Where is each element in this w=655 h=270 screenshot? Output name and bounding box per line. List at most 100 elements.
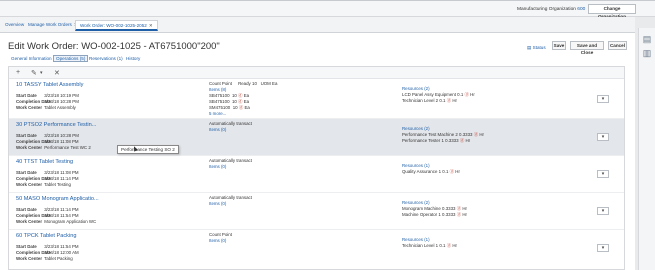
operation-title[interactable]: 40 TTST Tablet Testing <box>16 159 73 165</box>
tab-manage-work-orders[interactable]: Manage Work Orders✕ <box>28 22 78 28</box>
completion-date-value: 3/23/18 11:08 PM <box>44 139 79 144</box>
completion-date-label: Completion Date <box>16 139 51 144</box>
items-link[interactable]: Items (0) <box>209 238 226 243</box>
actions-dropdown[interactable]: ▾ <box>597 207 609 215</box>
top-bar: Manufacturing Organization 600 Change Or… <box>0 0 655 19</box>
more-items-link[interactable]: 5 more... <box>209 111 226 116</box>
save-button[interactable]: Save <box>552 41 566 50</box>
items-link[interactable]: Items (0) <box>209 127 226 132</box>
items-label: Items (0) <box>209 201 227 206</box>
work-center-label: Work Center <box>16 145 43 150</box>
resource-name: Technician Level 1 <box>402 243 439 248</box>
tab-operations[interactable]: Operations (5) <box>53 55 89 62</box>
chevron-down-icon[interactable]: ▾ <box>40 70 43 76</box>
start-date-row: Start Date 3/23/18 10:28 PM <box>16 133 79 138</box>
resource-qty: 0.1 <box>457 92 464 97</box>
list-item[interactable]: 40 TTST Tablet Testing Start Date 3/23/1… <box>9 156 624 193</box>
edit-icon[interactable]: ✎ <box>31 69 37 77</box>
item-code[interactable]: SM475100 <box>209 105 230 110</box>
items-link[interactable]: Items (8) <box>209 87 226 92</box>
start-date-value: 3/23/18 11:54 PM <box>44 244 79 249</box>
document-icon[interactable]: ▤ <box>642 34 652 44</box>
resource-qty: 0.3333 <box>442 212 456 217</box>
completion-date-label: Completion Date <box>16 176 51 181</box>
org-code-link[interactable]: 600 <box>577 7 585 12</box>
resource-qty: 0.1 <box>439 98 446 103</box>
list-item[interactable]: 50 MASO Monogram Applicatio... Start Dat… <box>9 193 624 230</box>
resource-qty: 0.1 <box>439 243 446 248</box>
resource-name: Monogram Machine <box>402 206 441 211</box>
operation-title[interactable]: 50 MASO Monogram Applicatio... <box>16 196 99 202</box>
tab-general-information[interactable]: General Information <box>11 56 52 61</box>
operations-toolbar: + ✎ ▾ ✕ <box>9 67 624 79</box>
count-point-row: Count Point Ready 10 UOM Ea <box>209 81 277 86</box>
items-link[interactable]: Items (0) <box>209 201 226 206</box>
list-item[interactable]: 30 PTSO2 Performance Testin... Start Dat… <box>9 119 624 156</box>
page-title: Edit Work Order: WO-002-1025 - AT6751000… <box>8 41 220 52</box>
work-center-row: Work Center Performance Test WC 2 <box>16 145 91 150</box>
resource-qty: 0.1 <box>442 169 449 174</box>
item-code[interactable]: SB475100 <box>209 99 230 104</box>
tab-reservations[interactable]: Reservations (1) <box>89 56 123 61</box>
chevron-down-icon: ▾ <box>601 96 605 102</box>
top-accent-line <box>0 0 655 1</box>
auto-transact-label: Automatically transact <box>209 195 252 200</box>
organization-label: Manufacturing Organization 600 <box>517 7 585 12</box>
completion-date-row: Completion Date 3/23/18 10:28 PM <box>16 99 79 104</box>
delete-icon[interactable]: ✕ <box>54 69 60 77</box>
start-date-value: 3/23/18 11:08 PM <box>44 170 79 175</box>
items-label: Items (0) <box>209 238 227 243</box>
items-link[interactable]: Items (0) <box>209 164 226 169</box>
resources-link[interactable]: Resources (1) <box>402 163 430 168</box>
resource-name: LCD Panel Assy Equipment <box>402 92 456 97</box>
alert-icon: ⓓ <box>449 169 455 174</box>
list-item[interactable]: 60 TPCK Tablet Packing Start Date 3/23/1… <box>9 230 624 268</box>
resource-qty: 0.3333 <box>442 206 456 211</box>
add-icon[interactable]: + <box>16 69 20 76</box>
item-code[interactable]: SB475100 <box>209 93 230 98</box>
work-center-row: Work Center Tablet Packing <box>16 256 73 261</box>
work-center-row: Work Center Monogram Application WC <box>16 219 96 224</box>
auto-transact-label: Automatically transact <box>209 158 252 163</box>
save-and-close-button[interactable]: Save and Close <box>570 41 604 55</box>
work-center-value: Monogram Application WC <box>44 219 97 224</box>
actions-dropdown[interactable]: ▾ <box>597 133 609 141</box>
cancel-button[interactable]: Cancel <box>608 41 627 50</box>
start-date-row: Start Date 3/23/18 11:08 PM <box>16 170 79 175</box>
operation-title[interactable]: 60 TPCK Tablet Packing <box>16 233 76 239</box>
chevron-down-icon: ▾ <box>601 245 605 251</box>
resource-uom: Hr <box>452 243 457 248</box>
resources-link[interactable]: Resources (2) <box>402 200 430 205</box>
ready-label: Ready <box>238 81 251 86</box>
resource-name: Performance Test Machine 2 <box>402 132 458 137</box>
change-organization-button[interactable]: Change Organization <box>588 4 636 19</box>
operation-title[interactable]: 30 PTSO2 Performance Testin... <box>16 122 96 128</box>
list-item[interactable]: 10 TASSY Tablet Assembly Start Date 3/23… <box>9 79 624 119</box>
chart-icon[interactable]: ▥ <box>642 48 652 58</box>
resource-row: Performance Tester 1 0.3333 ⓓ Hr <box>402 138 470 144</box>
resources-link[interactable]: Resources (1) <box>402 237 430 242</box>
resources-link[interactable]: Resources (2) <box>402 126 430 131</box>
chevron-down-icon: ▾ <box>601 208 605 214</box>
operation-tooltip: Performance Testing SO 2 <box>117 145 179 154</box>
resource-row: Quality Assurance 1 0.1 ⓓ Hr <box>402 169 460 175</box>
operation-title[interactable]: 10 TASSY Tablet Assembly <box>16 82 83 88</box>
alert-icon: ⓓ <box>456 206 462 211</box>
status-link[interactable]: ▤ Status <box>527 45 546 51</box>
resources-link[interactable]: Resources (2) <box>402 86 430 91</box>
start-date-label: Start Date <box>16 133 37 138</box>
resource-name: Machine Operator 1 <box>402 212 441 217</box>
actions-dropdown[interactable]: ▾ <box>597 244 609 252</box>
tab-history[interactable]: History <box>126 56 140 61</box>
start-date-value: 3/23/18 10:28 PM <box>44 133 79 138</box>
tab-work-order[interactable]: Work Order: WO-002-1025-2052 ✕ <box>75 20 158 31</box>
tab-manage-work-orders-label: Manage Work Orders <box>28 22 72 27</box>
completion-date-row: Completion Date 3/23/18 11:08 PM <box>16 139 79 144</box>
tab-overview[interactable]: Overview <box>5 22 24 27</box>
navigation-tabs: Overview Manage Work Orders✕ Work Order:… <box>0 17 635 33</box>
close-icon[interactable]: ✕ <box>149 23 153 28</box>
work-center-label: Work Center <box>16 219 43 224</box>
work-center-row: Work Center Tablet Assembly <box>16 105 76 110</box>
actions-dropdown[interactable]: ▾ <box>597 95 609 103</box>
actions-dropdown[interactable]: ▾ <box>597 170 609 178</box>
